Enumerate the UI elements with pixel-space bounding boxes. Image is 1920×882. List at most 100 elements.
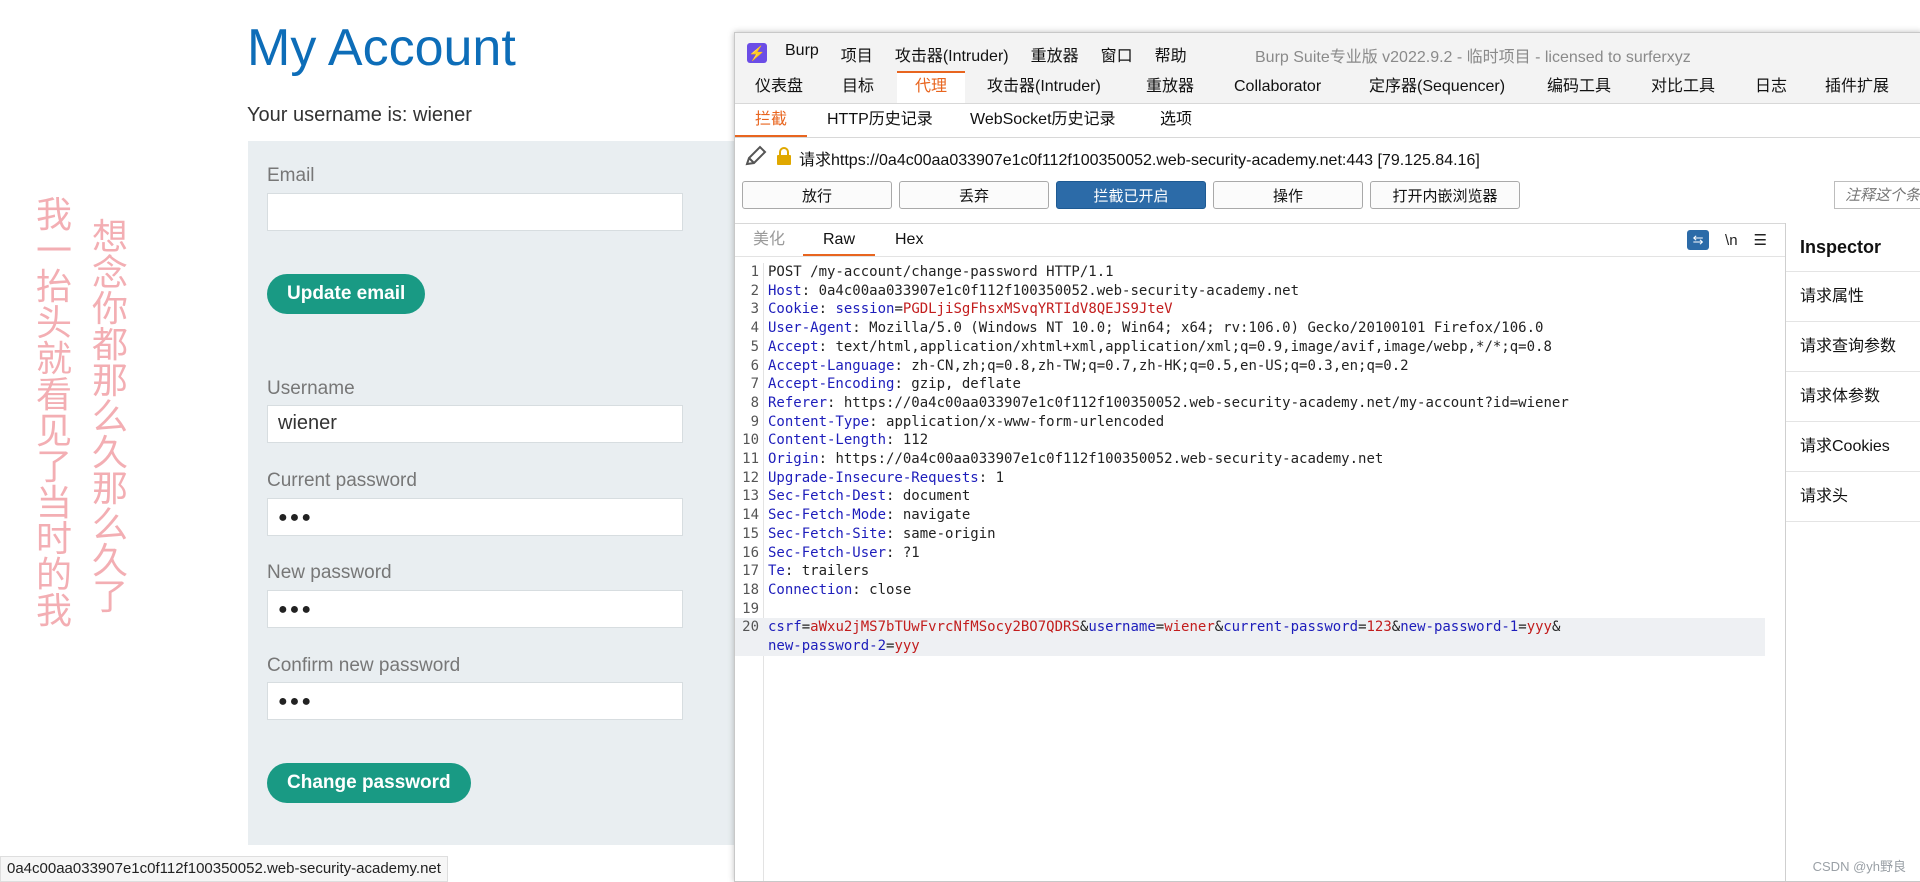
inspector-query-params[interactable]: 请求查询参数 (1786, 321, 1920, 371)
email-input[interactable] (267, 193, 683, 231)
header-name: Upgrade-Insecure-Requests (768, 469, 979, 486)
header-value: Mozilla/5.0 (Windows NT 10.0; Win64; x64… (869, 320, 1544, 337)
menu-bar: Burp 项目 攻击器(Intruder) 重放器 窗口 帮助 (785, 42, 1187, 66)
header-name: Origin (768, 451, 819, 467)
wrap-lines-icon[interactable]: ⇆ (1687, 230, 1710, 250)
tab-comparer[interactable]: 对比工具 (1651, 71, 1715, 103)
tab-dashboard[interactable]: 仪表盘 (755, 71, 803, 103)
tab-target[interactable]: 目标 (842, 71, 874, 103)
request-line: 17 Te: trailers (735, 562, 1765, 581)
request-line: 10 Content-Length: 112 (735, 431, 1765, 450)
open-browser-button[interactable]: 打开内嵌浏览器 (1370, 181, 1520, 209)
tab-intruder[interactable]: 攻击器(Intruder) (987, 71, 1101, 103)
header-name: Referer (768, 394, 828, 411)
forward-button[interactable]: 放行 (742, 181, 892, 209)
request-editor: 美化 Raw Hex ⇆ \n ☰ 1 POST /my-account/chan… (735, 223, 1785, 881)
inspector-body-params[interactable]: 请求体参数 (1786, 371, 1920, 421)
inspector-headers[interactable]: 请求头 (1786, 471, 1920, 521)
tab-extensions[interactable]: 插件扩展 (1825, 71, 1889, 103)
header-separator: : (886, 525, 903, 542)
inspector-request-attributes[interactable]: 请求属性 (1786, 271, 1920, 321)
annotation-input[interactable] (1834, 181, 1920, 209)
request-line: 7 Accept-Encoding: gzip, deflate (735, 375, 1765, 394)
param-equals: = (801, 619, 811, 636)
new-password-label: New password (267, 562, 392, 583)
param-separator: & (1391, 619, 1401, 636)
tab-websocket-history[interactable]: WebSocket历史记录 (970, 103, 1116, 137)
tab-options[interactable]: 选项 (1160, 103, 1192, 137)
username-input[interactable]: wiener (267, 405, 683, 443)
header-separator: : (827, 394, 844, 411)
line-number: 15 (742, 525, 759, 542)
header-name: Sec-Fetch-User (768, 544, 887, 561)
menu-project[interactable]: 项目 (841, 42, 873, 66)
line-number: 3 (750, 301, 759, 318)
header-value: https://0a4c00aa033907e1c0f112f100350052… (843, 394, 1569, 411)
confirm-password-input[interactable]: ●●● (267, 682, 683, 720)
menu-help[interactable]: 帮助 (1155, 42, 1187, 66)
editor-menu-icon[interactable]: ☰ (1754, 231, 1767, 249)
username-line: Your username is: wiener (247, 104, 472, 126)
tab-collaborator[interactable]: Collaborator (1234, 71, 1321, 103)
current-password-dots: ●●● (278, 509, 313, 526)
tab-intercept[interactable]: 拦截 (735, 103, 808, 137)
request-url: 请求https://0a4c00aa033907e1c0f112f1003500… (799, 152, 1480, 169)
request-line: 13 Sec-Fetch-Dest: document (735, 487, 1765, 506)
confirm-password-dots: ●●● (278, 693, 313, 710)
tab-hex[interactable]: Hex (895, 224, 923, 256)
menu-burp[interactable]: Burp (785, 42, 819, 66)
cookie-equals: = (894, 301, 903, 318)
intercept-toggle-button[interactable]: 拦截已开启 (1056, 181, 1206, 209)
new-password-input[interactable]: ●●● (267, 590, 683, 628)
tab-logger[interactable]: 日志 (1755, 71, 1787, 103)
page-title: My Account (247, 19, 516, 77)
email-label: Email (267, 165, 315, 186)
update-email-button[interactable]: Update email (267, 274, 426, 314)
header-separator: : (818, 301, 836, 318)
confirm-password-label: Confirm new password (267, 655, 461, 676)
header-name: Sec-Fetch-Mode (768, 507, 887, 524)
tab-raw[interactable]: Raw (803, 224, 876, 256)
header-separator: : (894, 376, 912, 393)
tab-proxy[interactable]: 代理 (897, 71, 966, 103)
header-value: 1 (995, 469, 1005, 486)
drop-button[interactable]: 丢弃 (899, 181, 1049, 209)
inspector-cookies[interactable]: 请求Cookies (1786, 421, 1920, 471)
line-number: 18 (742, 581, 759, 598)
change-password-button[interactable]: Change password (267, 763, 471, 803)
request-line: 5 Accept: text/html,application/xhtml+xml… (735, 338, 1765, 357)
tab-http-history[interactable]: HTTP历史记录 (827, 103, 933, 137)
request-line: 19 (735, 600, 1765, 619)
line-number: 7 (750, 376, 759, 393)
param-equals: = (1155, 619, 1165, 636)
header-name: Accept (768, 338, 819, 355)
tab-decoder[interactable]: 编码工具 (1547, 71, 1611, 103)
line-number: 10 (742, 432, 759, 449)
menu-intruder[interactable]: 攻击器(Intruder) (895, 42, 1009, 66)
line-number: 13 (742, 488, 759, 505)
action-button[interactable]: 操作 (1213, 181, 1363, 209)
line-number: 5 (750, 338, 759, 355)
tab-pretty[interactable]: 美化 (753, 224, 785, 256)
header-separator: : (818, 338, 836, 355)
request-line: 11 Origin: https://0a4c00aa033907e1c0f112… (735, 450, 1765, 469)
header-separator: : (784, 563, 802, 580)
inspector-title: Inspector (1800, 237, 1882, 257)
header-separator: : (886, 432, 903, 449)
request-line: 14 Sec-Fetch-Mode: navigate (735, 506, 1765, 525)
current-password-input[interactable]: ●●● (267, 498, 683, 536)
cookie-value: PGDLjiSgFhsxMSvqYRTIdV8QEJS9JteV (902, 301, 1173, 318)
tab-repeater[interactable]: 重放器 (1146, 71, 1194, 103)
menu-repeater[interactable]: 重放器 (1031, 42, 1079, 66)
newline-toggle[interactable]: \n (1725, 232, 1738, 249)
param-name: username (1088, 619, 1156, 636)
pencil-icon[interactable] (743, 143, 769, 174)
request-raw-text[interactable]: 1 POST /my-account/change-password HTTP/1… (735, 263, 1785, 881)
request-line: 18 Connection: close (735, 581, 1765, 600)
param-value: wiener (1164, 619, 1215, 636)
tab-sequencer[interactable]: 定序器(Sequencer) (1369, 71, 1505, 103)
menu-window[interactable]: 窗口 (1101, 42, 1133, 66)
param-name: new-password-2 (768, 638, 887, 654)
line-number: 20 (742, 619, 759, 636)
header-separator: : (852, 581, 870, 598)
